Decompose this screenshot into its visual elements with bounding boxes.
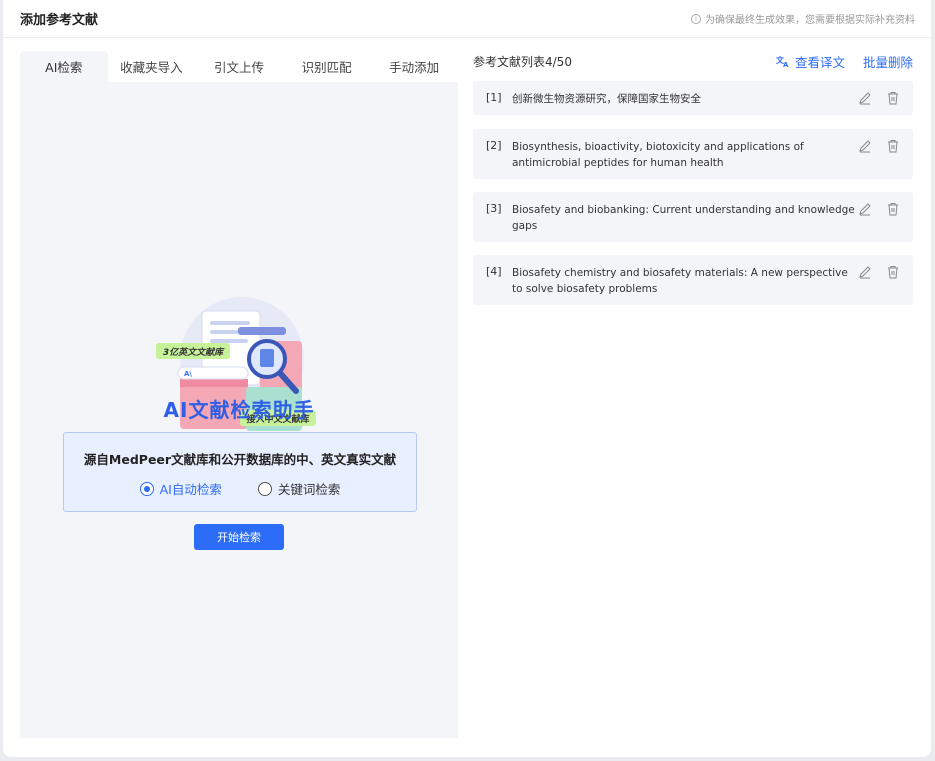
reference-tools <box>858 91 900 105</box>
header-tip-text: 为确保最终生成效果，您需要根据实际补充资料 <box>705 15 915 26</box>
illustration-title: AI文献检索助手 <box>163 398 315 422</box>
reference-number: [3] <box>486 202 502 215</box>
dialog-title: 添加参考文献 <box>20 13 99 28</box>
radio-unchecked-icon <box>257 481 272 496</box>
right-panel: 参考文献列表4/50 文 A 查看译文 批量删除 [1] 创新微生物资源研究，保… <box>473 51 913 305</box>
radio-ai-auto-search-label: AI自动检索 <box>159 482 222 497</box>
reference-list-actions: 文 A 查看译文 批量删除 <box>776 52 913 71</box>
svg-text:A: A <box>783 61 789 68</box>
tab-favorites-import[interactable]: 收藏夹导入 <box>108 51 196 82</box>
reference-list-title: 参考文献列表4/50 <box>473 54 572 69</box>
reference-text: 创新微生物资源研究，保障国家生物安全 <box>512 93 701 105</box>
header-tip: i 为确保最终生成效果，您需要根据实际补充资料 <box>691 11 915 26</box>
reference-tools <box>858 265 900 279</box>
reference-number: [2] <box>486 139 502 152</box>
add-references-dialog: 添加参考文献 i 为确保最终生成效果，您需要根据实际补充资料 AI检索 收藏夹导… <box>3 0 931 757</box>
badge-english-library: 3亿英文文献库 <box>163 347 225 358</box>
edit-icon[interactable] <box>858 139 872 153</box>
info-icon: i <box>691 13 701 24</box>
left-panel: AI检索 收藏夹导入 引文上传 识别匹配 手动添加 A\ 3亿英文文献库 接入中… <box>20 51 458 738</box>
reference-item: [4] Biosafety chemistry and biosafety ma… <box>473 255 913 305</box>
search-mode-radio-group: AI自动检索 关键词检索 <box>64 479 416 498</box>
ai-search-panel: A\ 3亿英文文献库 接入中文文献库 AI文献检索助手 源自MedPeer文献库… <box>20 82 458 738</box>
reference-number: [1] <box>486 91 502 104</box>
delete-icon[interactable] <box>886 139 900 153</box>
tab-bar: AI检索 收藏夹导入 引文上传 识别匹配 手动添加 <box>20 51 458 82</box>
reference-text: Biosafety chemistry and biosafety materi… <box>512 267 848 295</box>
dialog-header: 添加参考文献 i 为确保最终生成效果，您需要根据实际补充资料 <box>3 0 931 38</box>
radio-keyword-search[interactable]: 关键词检索 <box>257 479 341 498</box>
reference-tools <box>858 139 900 153</box>
delete-icon[interactable] <box>886 202 900 216</box>
tab-ai-search[interactable]: AI检索 <box>20 51 108 82</box>
radio-ai-auto-search[interactable]: AI自动检索 <box>139 479 222 498</box>
view-translation-button[interactable]: 文 A 查看译文 <box>776 52 845 71</box>
translate-icon: 文 A <box>776 55 789 68</box>
edit-icon[interactable] <box>858 202 872 216</box>
reference-list-header: 参考文献列表4/50 文 A 查看译文 批量删除 <box>473 51 913 71</box>
view-translation-label: 查看译文 <box>794 54 845 70</box>
reference-number: [4] <box>486 265 502 278</box>
search-source-box: 源自MedPeer文献库和公开数据库的中、英文真实文献 AI自动检索 关键词检索 <box>63 432 417 512</box>
reference-item: [2] Biosynthesis, bioactivity, biotoxici… <box>473 129 913 179</box>
reference-text: Biosynthesis, bioactivity, biotoxicity a… <box>512 141 804 169</box>
reference-item: [3] Biosafety and biobanking: Current un… <box>473 192 913 242</box>
reference-tools <box>858 202 900 216</box>
tab-citation-upload[interactable]: 引文上传 <box>195 51 283 82</box>
reference-item: [1] 创新微生物资源研究，保障国家生物安全 <box>473 81 913 115</box>
start-search-button[interactable]: 开始检索 <box>194 524 284 550</box>
edit-icon[interactable] <box>858 265 872 279</box>
radio-keyword-search-label: 关键词检索 <box>277 482 341 497</box>
delete-icon[interactable] <box>886 91 900 105</box>
delete-icon[interactable] <box>886 265 900 279</box>
tab-manual-add[interactable]: 手动添加 <box>370 51 458 82</box>
svg-text:A\: A\ <box>184 370 192 378</box>
search-source-description: 源自MedPeer文献库和公开数据库的中、英文真实文献 <box>83 452 397 467</box>
batch-delete-button[interactable]: 批量删除 <box>863 52 913 71</box>
tab-recognize-match[interactable]: 识别匹配 <box>283 51 371 82</box>
reference-text: Biosafety and biobanking: Current unders… <box>512 204 855 232</box>
radio-checked-icon <box>139 481 154 496</box>
ai-literature-search-illustration: A\ 3亿英文文献库 接入中文文献库 <box>156 297 316 431</box>
edit-icon[interactable] <box>858 91 872 105</box>
